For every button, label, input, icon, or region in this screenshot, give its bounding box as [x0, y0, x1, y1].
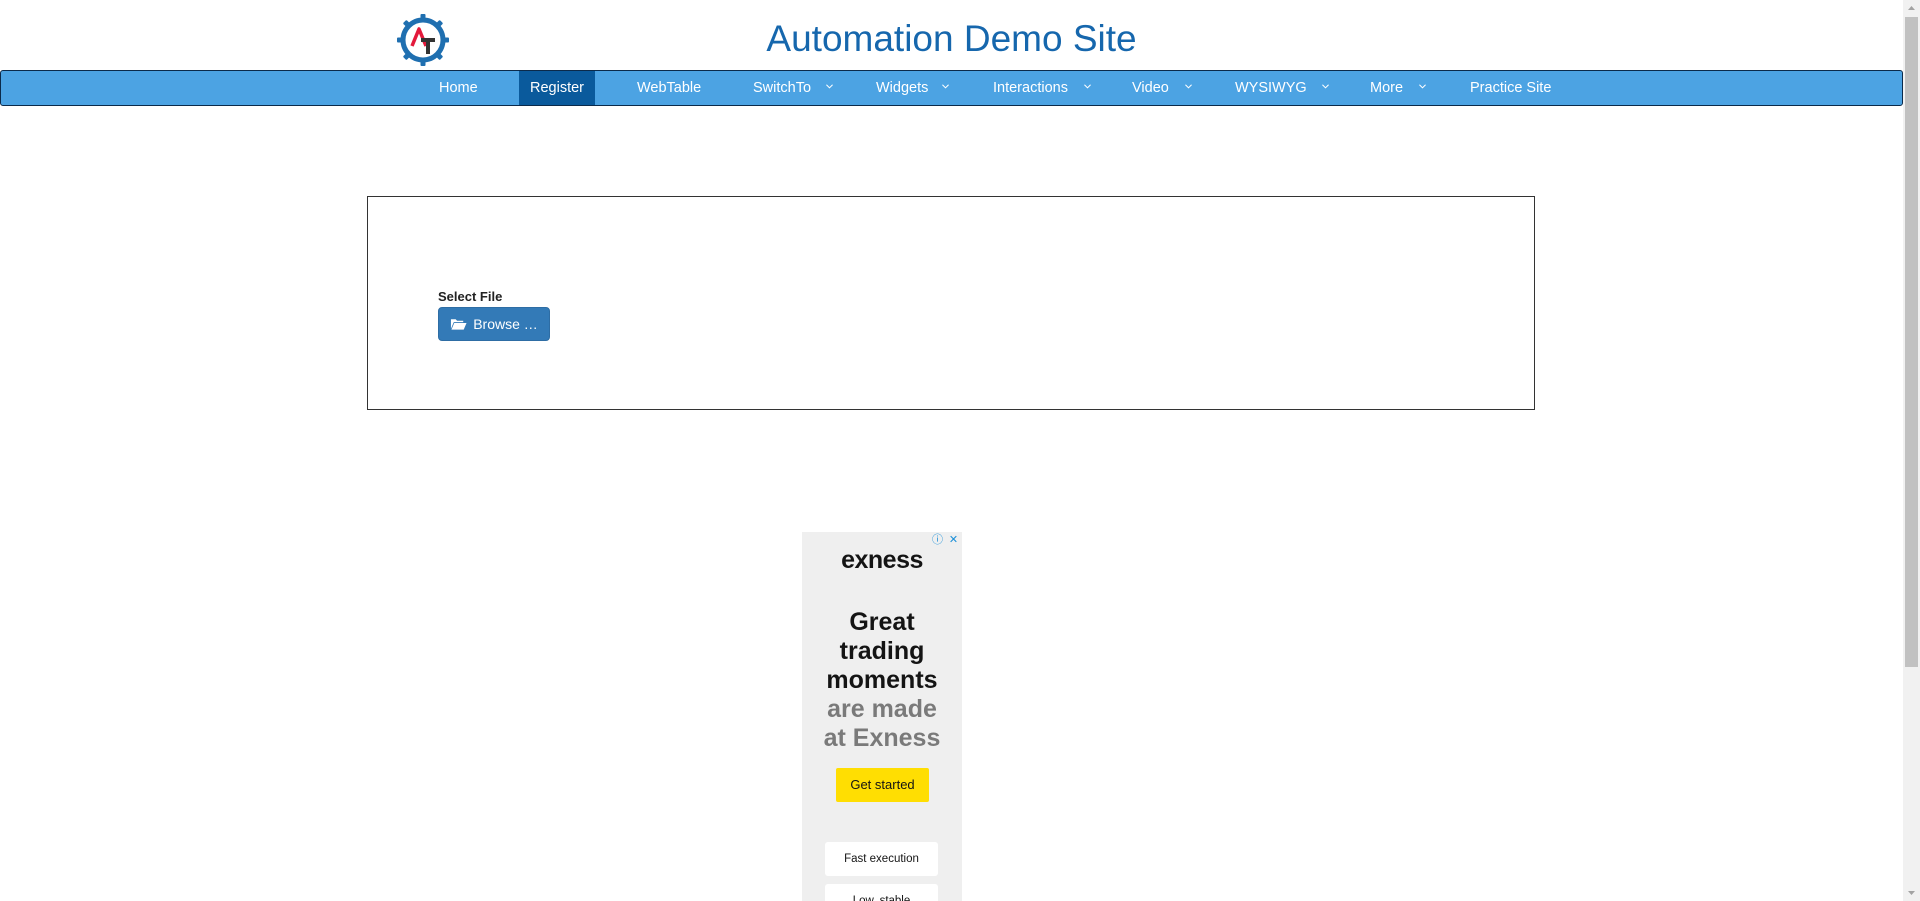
scrollbar-thumb[interactable] [1905, 17, 1918, 667]
nav-item-label: More [1370, 80, 1404, 96]
nav-item-video[interactable]: Video [1132, 71, 1196, 105]
site-title: Automation Demo Site [766, 18, 1137, 59]
nav-item-label: Practice Site [1470, 80, 1552, 96]
ad-brand-logo: exness [841, 546, 923, 574]
page: Automation Demo Site Home Register WebTa… [0, 0, 1903, 901]
scroll-up-arrow-icon[interactable] [1903, 0, 1920, 17]
advertisement[interactable]: ⓘ ✕ exness Great trading moments are mad… [802, 532, 962, 901]
chevron-down-icon [1084, 84, 1091, 89]
nav-item-register[interactable]: Register [519, 71, 595, 105]
upload-panel [367, 196, 1535, 410]
chevron-down-icon [1185, 84, 1192, 89]
nav-item-wysiwyg[interactable]: WYSIWYG [1235, 71, 1331, 105]
nav-item-interactions[interactable]: Interactions [993, 71, 1093, 105]
ad-headline-muted: are made at Exness [823, 695, 941, 752]
browse-button[interactable]: Browse … [438, 307, 550, 341]
ad-get-started-button[interactable]: Get started [836, 768, 929, 802]
main-nav: Home Register WebTable SwitchTo Widgets … [0, 70, 1903, 106]
select-file-label: Select File [438, 289, 503, 304]
nav-item-label: Home [439, 80, 478, 96]
vertical-scrollbar[interactable] [1903, 0, 1920, 901]
nav-item-label: Interactions [993, 80, 1068, 96]
ad-headline: Great trading moments are made at Exness [802, 608, 962, 753]
chevron-down-icon [1419, 84, 1426, 89]
nav-item-label: Register [530, 80, 584, 96]
nav-item-label: SwitchTo [753, 80, 812, 96]
folder-open-icon [451, 319, 467, 330]
nav-item-widgets[interactable]: Widgets [876, 71, 956, 105]
chevron-down-icon [942, 84, 949, 89]
nav-item-label: WYSIWYG [1235, 80, 1307, 96]
nav-item-webtable[interactable]: WebTable [637, 71, 701, 105]
ad-headline-dark: Great trading moments [826, 608, 938, 694]
nav-item-home[interactable]: Home [439, 71, 478, 105]
nav-item-switchto[interactable]: SwitchTo [753, 71, 833, 105]
nav-item-label: Video [1132, 80, 1169, 96]
ad-feature: Low, stable [825, 884, 938, 901]
chevron-down-icon [1322, 84, 1329, 89]
nav-item-practice-site[interactable]: Practice Site [1470, 71, 1552, 105]
browse-button-label: Browse … [473, 316, 538, 332]
scroll-down-arrow-icon[interactable] [1903, 884, 1920, 901]
nav-item-label: Widgets [876, 80, 929, 96]
nav-item-label: WebTable [637, 80, 702, 96]
ad-feature: Fast execution [825, 842, 938, 876]
chevron-down-icon [826, 84, 833, 89]
nav-item-more[interactable]: More [1370, 71, 1430, 105]
